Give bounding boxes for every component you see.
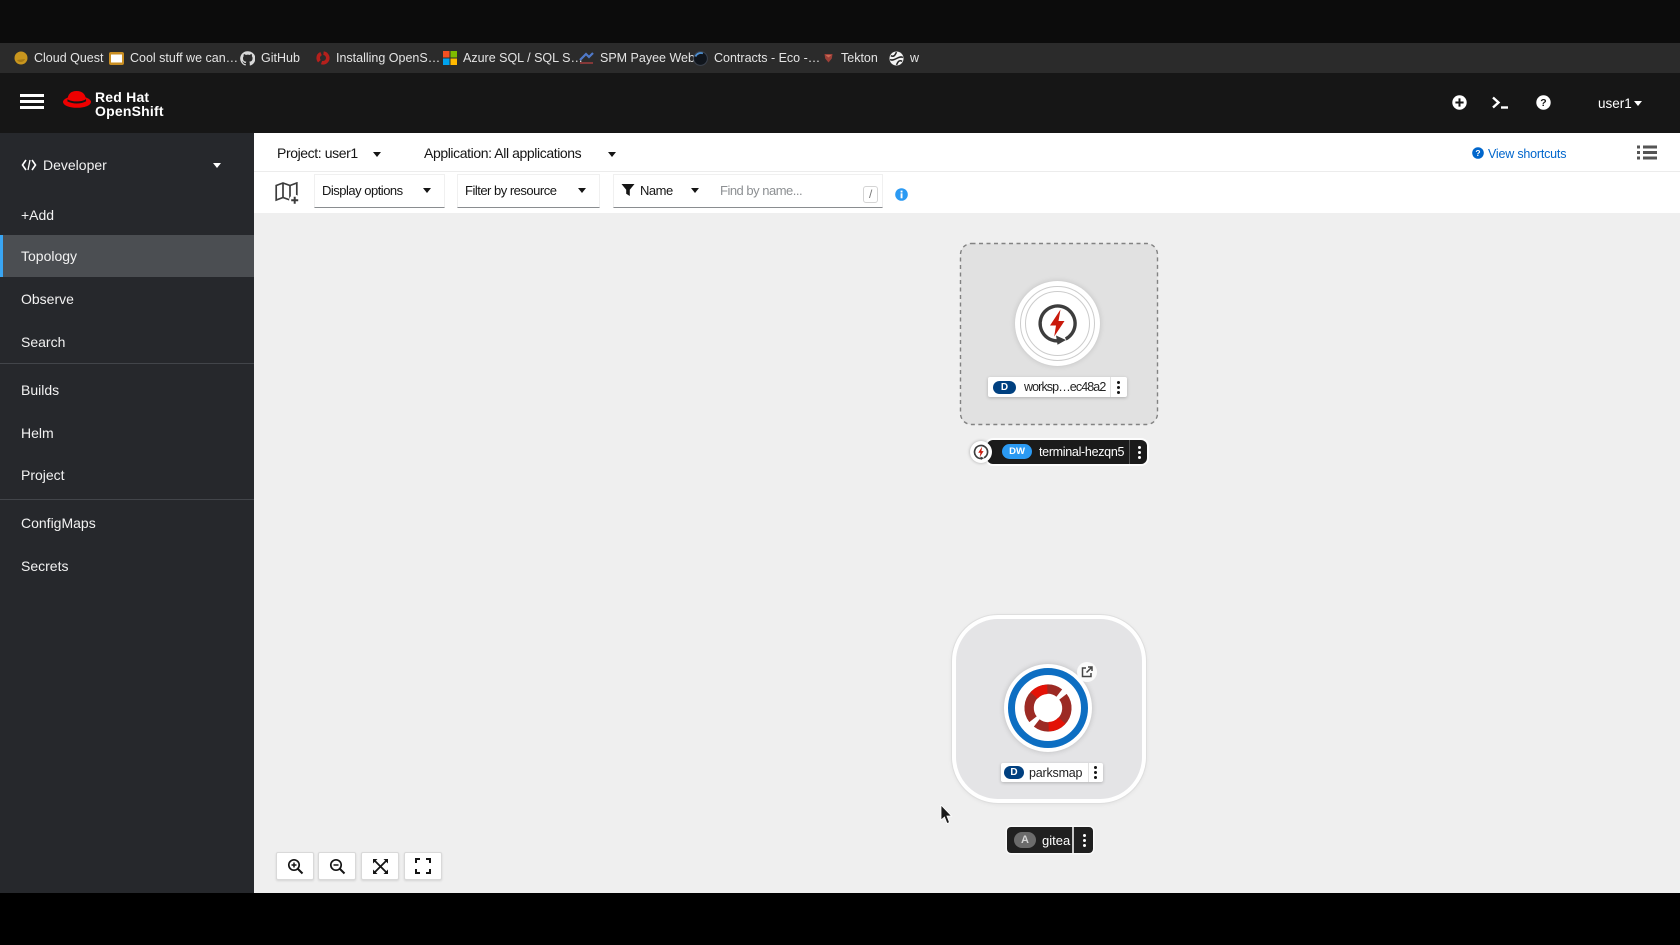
svg-text:?: ? [1540,97,1546,109]
svg-text:?: ? [1475,148,1480,158]
